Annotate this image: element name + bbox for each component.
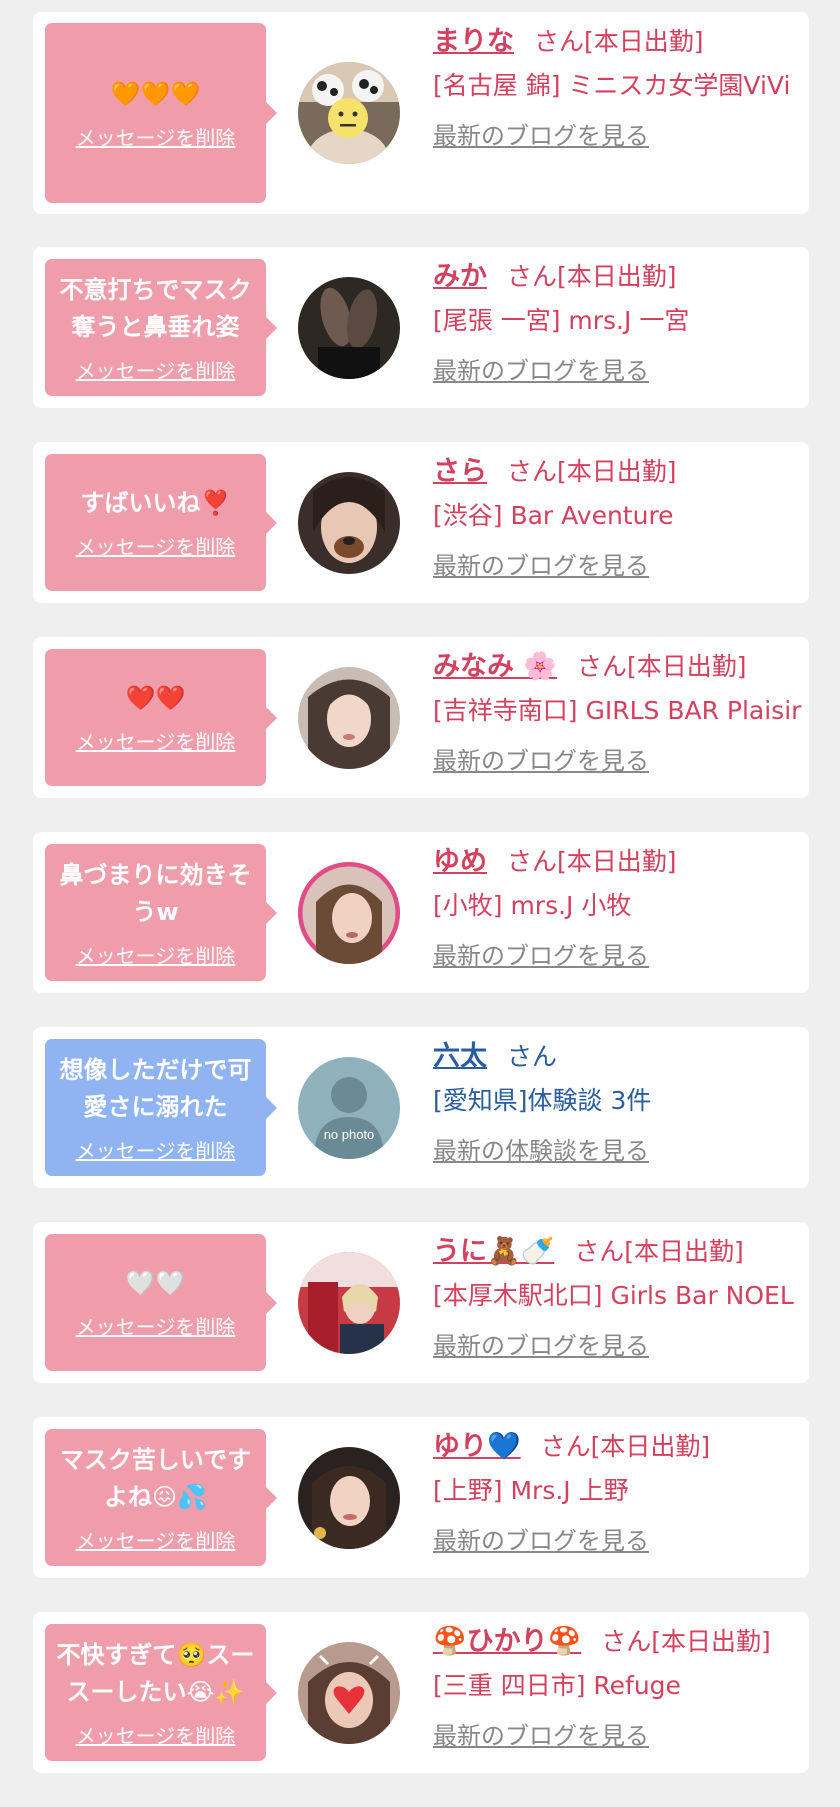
user-name-link[interactable]: 六太 xyxy=(433,1041,487,1072)
delete-message-link[interactable]: メッセージを削除 xyxy=(76,355,236,384)
girl-info: まりな さん[本日出勤] [名古屋 錦] ミニスカ女学園ViVi 最新のブログを見… xyxy=(433,18,801,151)
message-bubble: 🤍🤍 メッセージを削除 xyxy=(45,1234,277,1371)
avatar[interactable] xyxy=(298,472,400,574)
message-bubble: 不快すぎて🥺スースーしたい😭✨ メッセージを削除 xyxy=(45,1624,277,1761)
message-bubble: マスク苦しいですよね😖💦 メッセージを削除 xyxy=(45,1429,277,1566)
delete-message-link[interactable]: メッセージを削除 xyxy=(76,1311,236,1340)
girl-info: さら さん[本日出勤] [渋谷] Bar Aventure 最新のブログを見る xyxy=(433,448,801,581)
message-text: すばいいね❣️ xyxy=(80,489,231,517)
shop-name: [名古屋 錦] ミニスカ女学園ViVi xyxy=(433,71,791,100)
avatar[interactable] xyxy=(298,1447,400,1549)
blog-link[interactable]: 最新のブログを見る xyxy=(433,936,649,971)
blog-link[interactable]: 最新のブログを見る xyxy=(433,1716,649,1751)
message-text: 🧡🧡🧡 xyxy=(110,79,201,108)
girl-info: うに🧸🍼 さん[本日出勤] [本厚木駅北口] Girls Bar NOEL 最新の… xyxy=(433,1228,801,1361)
blog-link[interactable]: 最新のブログを見る xyxy=(433,546,649,581)
name-suffix: さん[本日出勤] xyxy=(534,27,704,56)
message-text: マスク苦しいですよね😖💦 xyxy=(59,1445,252,1511)
message-card: 想像しただけで可愛さに溺れた メッセージを削除 no photo 六太 さん [愛… xyxy=(33,1027,809,1188)
delete-message-link[interactable]: メッセージを削除 xyxy=(76,531,236,560)
blog-link[interactable]: 最新のブログを見る xyxy=(433,351,649,386)
avatar[interactable] xyxy=(298,862,400,964)
girl-name-link[interactable]: 🍄ひかり🍄 xyxy=(433,1626,581,1657)
blog-link[interactable]: 最新のブログを見る xyxy=(433,741,649,776)
message-text: 鼻づまりに効きそうw xyxy=(59,860,252,926)
girl-info: 🍄ひかり🍄 さん[本日出勤] [三重 四日市] Refuge 最新のブログを見る xyxy=(433,1618,801,1751)
delete-message-link[interactable]: メッセージを削除 xyxy=(76,1135,236,1164)
girl-info: ゆめ さん[本日出勤] [小牧] mrs.J 小牧 最新のブログを見る xyxy=(433,838,801,971)
message-card: 不意打ちでマスク奪うと鼻垂れ姿 メッセージを削除 みか さん[本日出勤] [尾張 … xyxy=(33,247,809,408)
message-card: ❤️❤️ メッセージを削除 みなみ 🌸 さん[本日出勤] [吉祥寺南口] GIRL… xyxy=(33,637,809,798)
shop-name: [吉祥寺南口] GIRLS BAR Plaisir xyxy=(433,696,802,725)
no-photo-text: no photo xyxy=(324,1127,375,1142)
message-text: 不意打ちでマスク奪うと鼻垂れ姿 xyxy=(59,275,252,341)
avatar[interactable] xyxy=(298,62,400,164)
message-text: 🤍🤍 xyxy=(125,1269,186,1297)
message-bubble: 🧡🧡🧡 メッセージを削除 xyxy=(45,23,277,203)
message-bubble: 想像しただけで可愛さに溺れた メッセージを削除 xyxy=(45,1039,277,1176)
avatar-no-photo[interactable]: no photo xyxy=(298,1057,400,1159)
message-text: ❤️❤️ xyxy=(125,684,186,712)
message-card: 鼻づまりに効きそうw メッセージを削除 ゆめ さん[本日出勤] [小牧] mrs.… xyxy=(33,832,809,993)
message-card: マスク苦しいですよね😖💦 メッセージを削除 ゆり💙 さん[本日出勤] [上野] M… xyxy=(33,1417,809,1578)
girl-name-link[interactable]: さら xyxy=(433,456,487,487)
message-card: 🧡🧡🧡 メッセージを削除 まりな さん[本日出勤] [名古屋 錦] ミニスカ女学… xyxy=(33,12,809,214)
message-bubble: 不意打ちでマスク奪うと鼻垂れ姿 メッセージを削除 xyxy=(45,259,277,396)
avatar[interactable] xyxy=(298,667,400,769)
blog-link[interactable]: 最新のブログを見る xyxy=(433,1521,649,1556)
girl-name-link[interactable]: ゆり💙 xyxy=(433,1431,521,1462)
delete-message-link[interactable]: メッセージを削除 xyxy=(76,1525,236,1554)
name-suffix: さん[本日出勤] xyxy=(540,1432,711,1461)
girl-info: ゆり💙 さん[本日出勤] [上野] Mrs.J 上野 最新のブログを見る xyxy=(433,1423,801,1556)
message-text: 想像しただけで可愛さに溺れた xyxy=(59,1055,252,1121)
message-list: 🧡🧡🧡 メッセージを削除 まりな さん[本日出勤] [名古屋 錦] ミニスカ女学… xyxy=(33,12,809,1807)
shop-name: [渋谷] Bar Aventure xyxy=(433,501,674,530)
girl-name-link[interactable]: みなみ 🌸 xyxy=(433,651,557,682)
message-text: 不快すぎて🥺スースーしたい😭✨ xyxy=(56,1640,255,1706)
message-bubble: ❤️❤️ メッセージを削除 xyxy=(45,649,277,786)
delete-message-link[interactable]: メッセージを削除 xyxy=(76,726,236,755)
name-suffix: さん[本日出勤] xyxy=(577,652,747,681)
name-suffix: さん[本日出勤] xyxy=(574,1237,744,1266)
name-suffix: さん[本日出勤] xyxy=(507,262,677,291)
girl-name-link[interactable]: まりな xyxy=(433,26,514,57)
blog-link[interactable]: 最新のブログを見る xyxy=(433,116,649,151)
message-bubble: すばいいね❣️ メッセージを削除 xyxy=(45,454,277,591)
shop-name: [小牧] mrs.J 小牧 xyxy=(433,891,632,920)
girl-name-link[interactable]: うに🧸🍼 xyxy=(433,1236,554,1267)
name-suffix: さん[本日出勤] xyxy=(507,457,677,486)
name-suffix: さん[本日出勤] xyxy=(507,847,677,876)
shop-name: [上野] Mrs.J 上野 xyxy=(433,1476,629,1505)
avatar[interactable] xyxy=(298,1642,400,1744)
shop-name: [尾張 一宮] mrs.J 一宮 xyxy=(433,306,690,335)
girl-name-link[interactable]: ゆめ xyxy=(433,846,487,877)
shop-name: [三重 四日市] Refuge xyxy=(433,1671,681,1700)
user-info: 六太 さん [愛知県]体験談 3件 最新の体験談を見る xyxy=(433,1033,801,1166)
shop-name: [本厚木駅北口] Girls Bar NOEL xyxy=(433,1281,794,1310)
delete-message-link[interactable]: メッセージを削除 xyxy=(76,122,236,151)
blog-link[interactable]: 最新のブログを見る xyxy=(433,1326,649,1361)
girl-info: みなみ 🌸 さん[本日出勤] [吉祥寺南口] GIRLS BAR Plaisir … xyxy=(433,643,801,776)
message-card: 不快すぎて🥺スースーしたい😭✨ メッセージを削除 🍄ひかり🍄 さん[本日出勤] [… xyxy=(33,1612,809,1773)
message-bubble: 鼻づまりに効きそうw メッセージを削除 xyxy=(45,844,277,981)
girl-name-link[interactable]: みか xyxy=(433,261,487,292)
delete-message-link[interactable]: メッセージを削除 xyxy=(76,940,236,969)
name-suffix: さん[本日出勤] xyxy=(601,1627,771,1656)
message-card: すばいいね❣️ メッセージを削除 さら さん[本日出勤] [渋谷] Bar Ave… xyxy=(33,442,809,603)
review-count: [愛知県]体験談 3件 xyxy=(433,1086,652,1115)
delete-message-link[interactable]: メッセージを削除 xyxy=(76,1720,236,1749)
review-link[interactable]: 最新の体験談を見る xyxy=(433,1131,649,1166)
avatar[interactable] xyxy=(298,277,400,379)
girl-info: みか さん[本日出勤] [尾張 一宮] mrs.J 一宮 最新のブログを見る xyxy=(433,253,801,386)
message-card: 🤍🤍 メッセージを削除 うに🧸🍼 さん[本日出勤] [本厚木駅北口] Girls … xyxy=(33,1222,809,1383)
name-suffix: さん xyxy=(507,1042,558,1071)
avatar[interactable] xyxy=(298,1252,400,1354)
